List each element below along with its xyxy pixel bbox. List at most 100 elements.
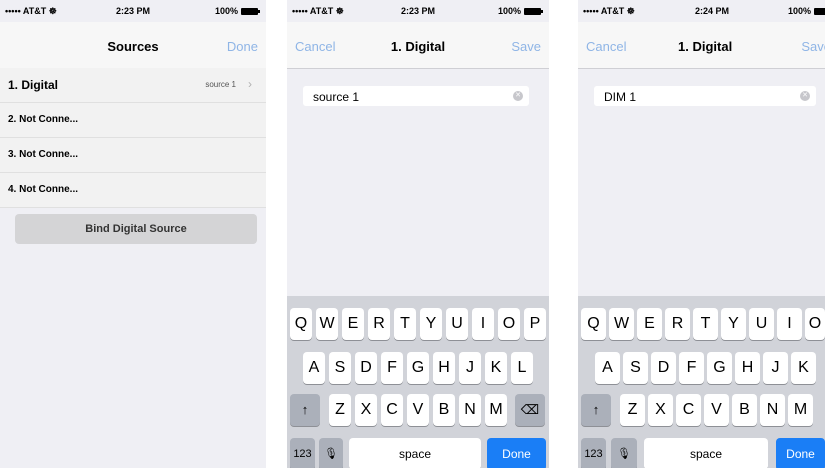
clock: 2:23 PM (400, 6, 435, 16)
name-field[interactable]: source 1 ✕ (303, 86, 529, 106)
key-w[interactable]: W (609, 308, 634, 340)
cancel-button[interactable]: Cancel (586, 39, 626, 54)
key-m[interactable]: M (788, 394, 813, 426)
clear-icon[interactable]: ✕ (800, 91, 810, 101)
numbers-key[interactable]: 123 (290, 438, 315, 468)
key-k[interactable]: K (485, 352, 507, 384)
key-m[interactable]: M (485, 394, 507, 426)
key-o[interactable]: O (805, 308, 825, 340)
save-button[interactable]: Save (801, 39, 825, 54)
sources-list: 1. Digital source 1 › 2. Not Conne... 3.… (0, 68, 266, 208)
mic-icon[interactable]: 🎙 (611, 438, 637, 468)
key-q[interactable]: Q (290, 308, 312, 340)
space-key[interactable]: space (349, 438, 481, 468)
key-o[interactable]: O (498, 308, 520, 340)
key-i[interactable]: I (472, 308, 494, 340)
key-e[interactable]: E (342, 308, 364, 340)
source-row[interactable]: 2. Not Conne... (0, 103, 266, 138)
delete-key-icon[interactable]: ⌫ (515, 394, 545, 426)
key-n[interactable]: N (459, 394, 481, 426)
key-r[interactable]: R (368, 308, 390, 340)
clock: 2:23 PM (115, 6, 150, 16)
key-b[interactable]: B (433, 394, 455, 426)
key-f[interactable]: F (679, 352, 704, 384)
key-s[interactable]: S (623, 352, 648, 384)
nav-bar: Cancel 1. Digital Save (287, 22, 549, 69)
key-i[interactable]: I (777, 308, 802, 340)
key-v[interactable]: V (407, 394, 429, 426)
screen-edit-source-dim: ••••• AT&T ☸ 2:24 PM 100% Cancel 1. Digi… (578, 0, 825, 468)
source-row[interactable]: 3. Not Conne... (0, 138, 266, 173)
key-g[interactable]: G (707, 352, 732, 384)
mic-icon[interactable]: 🎙 (319, 438, 343, 468)
battery-percent: 100% (497, 6, 521, 16)
name-field-value: DIM 1 (604, 90, 637, 104)
name-field[interactable]: DIM 1 ✕ (594, 86, 816, 106)
key-k[interactable]: K (791, 352, 816, 384)
key-g[interactable]: G (407, 352, 429, 384)
key-j[interactable]: J (459, 352, 481, 384)
key-v[interactable]: V (704, 394, 729, 426)
source-label: 2. Not Conne... (8, 114, 78, 125)
key-n[interactable]: N (760, 394, 785, 426)
key-t[interactable]: T (693, 308, 718, 340)
status-bar: ••••• AT&T ☸ 2:23 PM 100% (287, 0, 549, 22)
space-key[interactable]: space (644, 438, 768, 468)
nav-bar: Cancel 1. Digital Save (578, 22, 825, 69)
key-x[interactable]: X (355, 394, 377, 426)
keyboard: Q W E R T Y U I O P A S D F G H J K L ↑ … (287, 296, 549, 468)
key-z[interactable]: Z (329, 394, 351, 426)
chevron-right-icon: › (248, 77, 252, 91)
bind-digital-source-button[interactable]: Bind Digital Source (15, 214, 257, 244)
key-f[interactable]: F (381, 352, 403, 384)
screen-edit-source: ••••• AT&T ☸ 2:23 PM 100% Cancel 1. Digi… (287, 0, 549, 468)
key-e[interactable]: E (637, 308, 662, 340)
status-bar: ••••• AT&T ☸ 2:23 PM 100% (0, 0, 266, 22)
key-d[interactable]: D (651, 352, 676, 384)
carrier-label: ••••• AT&T ☸ (583, 6, 635, 16)
battery-icon (524, 8, 543, 15)
key-l[interactable]: L (511, 352, 533, 384)
numbers-key[interactable]: 123 (581, 438, 606, 468)
battery-percent: 100% (787, 6, 811, 16)
shift-key-icon[interactable]: ↑ (581, 394, 611, 426)
key-a[interactable]: A (595, 352, 620, 384)
key-j[interactable]: J (763, 352, 788, 384)
key-x[interactable]: X (648, 394, 673, 426)
key-y[interactable]: Y (420, 308, 442, 340)
source-label: 4. Not Conne... (8, 184, 78, 195)
battery-indicator: 100% (497, 6, 543, 16)
source-detail: source 1 (205, 80, 236, 89)
key-h[interactable]: H (433, 352, 455, 384)
save-button[interactable]: Save (511, 39, 541, 54)
done-key[interactable]: Done (776, 438, 825, 468)
shift-key-icon[interactable]: ↑ (290, 394, 320, 426)
page-title: 1. Digital (678, 39, 733, 54)
key-y[interactable]: Y (721, 308, 746, 340)
source-label: 3. Not Conne... (8, 149, 78, 160)
nav-bar: Sources Done (0, 22, 266, 69)
key-t[interactable]: T (394, 308, 416, 340)
key-c[interactable]: C (676, 394, 701, 426)
key-b[interactable]: B (732, 394, 757, 426)
key-u[interactable]: U (446, 308, 468, 340)
source-row-digital[interactable]: 1. Digital source 1 › (0, 68, 266, 103)
key-c[interactable]: C (381, 394, 403, 426)
battery-percent: 100% (214, 6, 238, 16)
key-w[interactable]: W (316, 308, 338, 340)
keyboard: Q W E R T Y U I O A S D F G H J K ↑ Z X … (578, 296, 825, 468)
key-z[interactable]: Z (620, 394, 645, 426)
key-h[interactable]: H (735, 352, 760, 384)
key-p[interactable]: P (524, 308, 546, 340)
clear-icon[interactable]: ✕ (513, 91, 523, 101)
key-a[interactable]: A (303, 352, 325, 384)
key-s[interactable]: S (329, 352, 351, 384)
key-r[interactable]: R (665, 308, 690, 340)
source-row[interactable]: 4. Not Conne... (0, 173, 266, 208)
key-q[interactable]: Q (581, 308, 606, 340)
key-d[interactable]: D (355, 352, 377, 384)
key-u[interactable]: U (749, 308, 774, 340)
clock: 2:24 PM (694, 6, 729, 16)
done-key[interactable]: Done (487, 438, 546, 468)
done-button[interactable]: Done (227, 39, 258, 54)
